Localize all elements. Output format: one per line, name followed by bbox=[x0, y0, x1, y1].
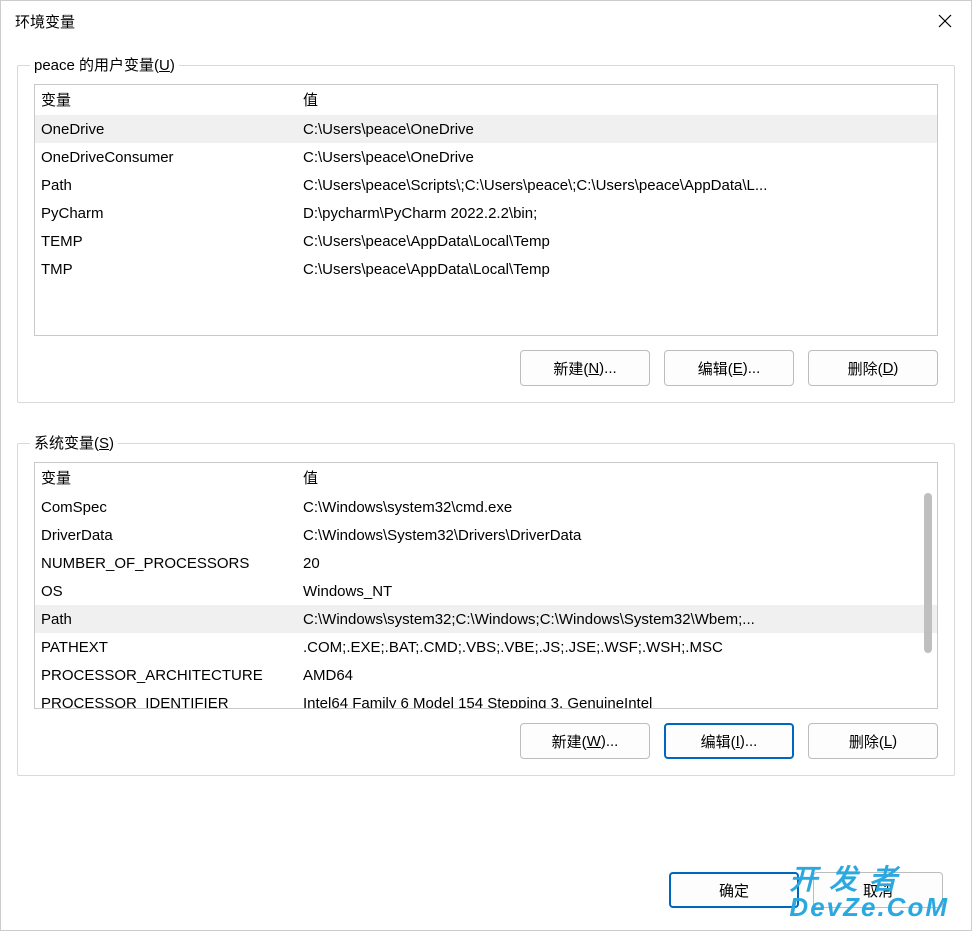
cell-name: OneDrive bbox=[39, 121, 301, 138]
user-vars-group-label: peace 的用户变量(U) bbox=[30, 54, 179, 75]
cell-name: NUMBER_OF_PROCESSORS bbox=[39, 555, 301, 572]
system-new-button[interactable]: 新建(W)... bbox=[520, 723, 650, 759]
cell-value: D:\pycharm\PyCharm 2022.2.2\bin; bbox=[301, 205, 933, 222]
table-row[interactable]: TEMPC:\Users\peace\AppData\Local\Temp bbox=[35, 227, 937, 255]
cell-value: C:\Windows\system32;C:\Windows;C:\Window… bbox=[301, 611, 933, 628]
table-row[interactable]: PyCharmD:\pycharm\PyCharm 2022.2.2\bin; bbox=[35, 199, 937, 227]
close-button[interactable] bbox=[931, 7, 959, 35]
col-header-name[interactable]: 变量 bbox=[39, 467, 301, 488]
table-row[interactable]: OneDriveConsumerC:\Users\peace\OneDrive bbox=[35, 143, 937, 171]
table-row[interactable]: OneDriveC:\Users\peace\OneDrive bbox=[35, 115, 937, 143]
cell-name: PATHEXT bbox=[39, 639, 301, 656]
user-edit-button[interactable]: 编辑(E)... bbox=[664, 350, 794, 386]
dialog-title: 环境变量 bbox=[15, 11, 75, 32]
table-row[interactable]: PathC:\Windows\system32;C:\Windows;C:\Wi… bbox=[35, 605, 937, 633]
group-label-text: peace 的用户变量( bbox=[34, 57, 159, 74]
table-row[interactable]: NUMBER_OF_PROCESSORS20 bbox=[35, 549, 937, 577]
col-header-name[interactable]: 变量 bbox=[39, 89, 301, 110]
dialog-content: peace 的用户变量(U) 变量 值 OneDriveC:\Users\pea… bbox=[1, 41, 971, 930]
cell-name: PyCharm bbox=[39, 205, 301, 222]
system-delete-button[interactable]: 删除(L) bbox=[808, 723, 938, 759]
table-row[interactable]: PROCESSOR_IDENTIFIERIntel64 Family 6 Mod… bbox=[35, 689, 937, 709]
cell-value: C:\Users\peace\OneDrive bbox=[301, 149, 933, 166]
cell-value: AMD64 bbox=[301, 667, 933, 684]
user-vars-group: peace 的用户变量(U) 变量 值 OneDriveC:\Users\pea… bbox=[17, 65, 955, 403]
system-vars-group-label: 系统变量(S) bbox=[30, 432, 118, 453]
cell-value: Intel64 Family 6 Model 154 Stepping 3, G… bbox=[301, 695, 933, 710]
cell-name: ComSpec bbox=[39, 499, 301, 516]
user-vars-buttons: 新建(N)... 编辑(E)... 删除(D) bbox=[34, 350, 938, 386]
cell-name: Path bbox=[39, 177, 301, 194]
group-label-suffix: ) bbox=[170, 57, 175, 74]
system-vars-scrollbar[interactable] bbox=[921, 493, 935, 706]
table-row[interactable]: OSWindows_NT bbox=[35, 577, 937, 605]
cell-value: C:\Users\peace\Scripts\;C:\Users\peace\;… bbox=[301, 177, 933, 194]
col-header-value[interactable]: 值 bbox=[301, 89, 933, 110]
cancel-button[interactable]: 取消 bbox=[813, 872, 943, 908]
table-header: 变量 值 bbox=[35, 463, 937, 493]
scrollbar-thumb[interactable] bbox=[924, 493, 932, 653]
user-new-button[interactable]: 新建(N)... bbox=[520, 350, 650, 386]
table-row[interactable]: TMPC:\Users\peace\AppData\Local\Temp bbox=[35, 255, 937, 283]
table-row[interactable]: PATHEXT.COM;.EXE;.BAT;.CMD;.VBS;.VBE;.JS… bbox=[35, 633, 937, 661]
col-header-value[interactable]: 值 bbox=[301, 467, 933, 488]
cell-name: DriverData bbox=[39, 527, 301, 544]
cell-name: PROCESSOR_ARCHITECTURE bbox=[39, 667, 301, 684]
cell-name: PROCESSOR_IDENTIFIER bbox=[39, 695, 301, 710]
dialog-buttons: 确定 取消 bbox=[669, 872, 943, 908]
cell-value: C:\Windows\System32\Drivers\DriverData bbox=[301, 527, 933, 544]
titlebar: 环境变量 bbox=[1, 1, 971, 41]
close-icon bbox=[938, 14, 952, 28]
env-vars-dialog: 环境变量 peace 的用户变量(U) 变量 值 OneDriveC:\User… bbox=[0, 0, 972, 931]
cell-name: OneDriveConsumer bbox=[39, 149, 301, 166]
cell-value: C:\Users\peace\AppData\Local\Temp bbox=[301, 233, 933, 250]
user-vars-table[interactable]: 变量 值 OneDriveC:\Users\peace\OneDriveOneD… bbox=[34, 84, 938, 336]
cell-value: C:\Users\peace\OneDrive bbox=[301, 121, 933, 138]
system-edit-button[interactable]: 编辑(I)... bbox=[664, 723, 794, 759]
cell-value: .COM;.EXE;.BAT;.CMD;.VBS;.VBE;.JS;.JSE;.… bbox=[301, 639, 933, 656]
cell-name: OS bbox=[39, 583, 301, 600]
cell-name: Path bbox=[39, 611, 301, 628]
table-header: 变量 值 bbox=[35, 85, 937, 115]
system-vars-group: 系统变量(S) 变量 值 ComSpecC:\Windows\system32\… bbox=[17, 443, 955, 776]
group-label-mnemonic: S bbox=[99, 435, 109, 452]
table-row[interactable]: ComSpecC:\Windows\system32\cmd.exe bbox=[35, 493, 937, 521]
system-vars-buttons: 新建(W)... 编辑(I)... 删除(L) bbox=[34, 723, 938, 759]
group-label-suffix: ) bbox=[109, 435, 114, 452]
ok-button[interactable]: 确定 bbox=[669, 872, 799, 908]
table-row[interactable]: PathC:\Users\peace\Scripts\;C:\Users\pea… bbox=[35, 171, 937, 199]
table-row[interactable]: PROCESSOR_ARCHITECTUREAMD64 bbox=[35, 661, 937, 689]
cell-value: C:\Windows\system32\cmd.exe bbox=[301, 499, 933, 516]
table-row[interactable]: DriverDataC:\Windows\System32\Drivers\Dr… bbox=[35, 521, 937, 549]
system-vars-table[interactable]: 变量 值 ComSpecC:\Windows\system32\cmd.exeD… bbox=[34, 462, 938, 709]
cell-name: TMP bbox=[39, 261, 301, 278]
cell-value: C:\Users\peace\AppData\Local\Temp bbox=[301, 261, 933, 278]
user-delete-button[interactable]: 删除(D) bbox=[808, 350, 938, 386]
group-label-mnemonic: U bbox=[159, 57, 170, 74]
cell-name: TEMP bbox=[39, 233, 301, 250]
group-label-text: 系统变量( bbox=[34, 435, 99, 452]
cell-value: Windows_NT bbox=[301, 583, 933, 600]
cell-value: 20 bbox=[301, 555, 933, 572]
